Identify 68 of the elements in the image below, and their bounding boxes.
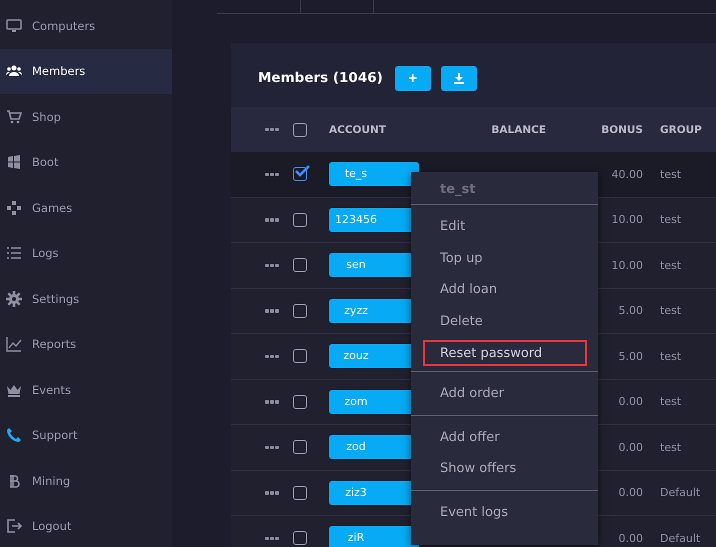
sidebar-item[interactable]: Boot [0,140,172,185]
more-icon[interactable] [265,264,279,267]
row-checkbox[interactable] [293,258,307,272]
sidebar-item[interactable]: Computers [0,3,172,48]
row-checkbox[interactable] [293,394,307,409]
cart-icon [6,108,22,125]
phone-icon [6,427,22,444]
windows-icon [6,154,22,170]
table-cell-text: 5.00 [618,304,643,318]
row-checkbox[interactable] [293,167,307,182]
sidebar-item[interactable]: Logs [0,230,172,276]
table-cell-text: 0.00 [618,440,643,454]
list-icon [6,245,22,262]
gear-icon [6,290,22,307]
sidebar-item[interactable]: Settings [0,276,172,322]
column-header: ACCOUNT [329,124,387,136]
more-icon[interactable] [265,128,279,132]
table-cell-text: 40.00 [610,168,643,181]
row-checkbox[interactable] [293,304,307,318]
row-checkbox[interactable] [293,531,307,546]
more-icon[interactable] [265,172,279,176]
more-icon[interactable] [265,309,279,312]
download-button[interactable] [440,66,477,90]
more-icon[interactable] [265,354,279,358]
table-cell-text: 10.00 [610,258,643,272]
logout-icon [6,518,22,534]
sidebar-item[interactable]: Support [0,412,172,458]
sidebar-item[interactable]: Reports [0,322,172,367]
table-cell-text: 0.00 [618,486,643,500]
download-icon [454,72,464,84]
row-checkbox[interactable] [293,349,307,364]
sidebar-item[interactable]: Games [0,185,172,230]
table-cell: test [660,304,682,318]
select-all-checkbox[interactable] [293,122,307,136]
more-icon[interactable] [265,400,279,404]
row-checkbox[interactable] [293,440,307,454]
more-icon[interactable] [265,536,279,540]
sidebar-item[interactable]: Logout [0,504,172,547]
table-cell-text: 5.00 [618,350,643,363]
table-cell: test [660,213,682,226]
more-icon[interactable] [265,218,279,222]
table-cell-text: 0.00 [618,532,643,545]
table-cell-text: 10.00 [610,213,643,226]
row-checkbox[interactable] [293,212,307,227]
column-header: GROUP [660,124,702,136]
panel-title: Members (1046) [258,70,383,86]
row-checkbox[interactable] [293,486,307,500]
sidebar-item[interactable]: Events [0,367,172,412]
menu-item[interactable]: Reset password [423,340,587,366]
table-cell: test [660,395,682,408]
chart-icon [6,336,22,352]
column-header: BALANCE [490,124,546,136]
menu-title: te_st [411,172,598,205]
sidebar-item[interactable]: Mining [0,458,172,504]
table-cell: Default [660,532,700,545]
more-icon[interactable] [265,491,279,494]
monitor-icon [6,18,22,34]
table-cell: test [660,440,682,454]
table-cell: test [660,258,682,272]
table-cell: test [660,350,682,363]
more-icon[interactable] [265,446,279,449]
sidebar-item[interactable]: Members [0,48,172,94]
table-cell: Default [660,486,700,500]
sidebar-item[interactable]: Shop [0,94,172,140]
table-cell-text: 0.00 [618,395,643,408]
gamepad-icon [6,200,22,216]
column-header: BONUS [600,124,643,136]
table-cell: test [660,168,682,181]
